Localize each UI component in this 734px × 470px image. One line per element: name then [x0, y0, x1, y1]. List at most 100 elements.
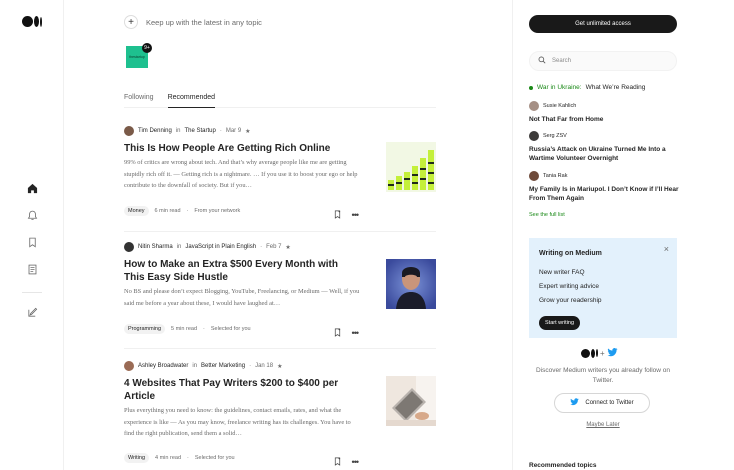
article-card[interactable]: Ashley Broadwater in Better Marketing · … [124, 361, 438, 469]
stories-icon[interactable] [25, 262, 39, 276]
card-link-readership[interactable]: Grow your readership [539, 297, 602, 304]
tag-chip[interactable]: Writing [124, 453, 150, 463]
start-writing-button[interactable]: Start writing [539, 316, 581, 330]
article-author-row: Nitin Sharma in JavaScript in Plain Engl… [124, 242, 438, 252]
article-thumbnail[interactable] [386, 259, 436, 309]
search-icon [538, 56, 546, 66]
avatar[interactable] [124, 242, 134, 252]
news-title[interactable]: Not That Far from Home [529, 115, 689, 124]
news-author-row: Tania Rak [529, 171, 689, 181]
connect-to-twitter-label: Connect to Twitter [585, 400, 634, 406]
main-feed: + Keep up with the latest in any topic t… [124, 0, 438, 470]
tag-chip[interactable]: Money [124, 206, 149, 216]
article-card[interactable]: Nitin Sharma in JavaScript in Plain Engl… [124, 242, 438, 342]
feed-tabs: Following Recommended [124, 90, 436, 108]
topic-prompt-row[interactable]: + Keep up with the latest in any topic [124, 15, 262, 29]
see-full-list-link[interactable]: See the full list [529, 212, 565, 218]
news-author-row: Susie Kahlich [529, 101, 689, 111]
connect-to-twitter-button[interactable]: Connect to Twitter [554, 393, 650, 413]
article-meta-row: Programming 5 min read · Selected for yo… [124, 323, 436, 335]
recommended-topics-heading: Recommended topics [529, 462, 597, 469]
article-author-row: Ashley Broadwater in Better Marketing · … [124, 361, 438, 371]
star-icon: ★ [285, 244, 291, 251]
bookmark-icon[interactable] [25, 235, 39, 249]
bookmark-add-icon[interactable] [333, 206, 342, 224]
writing-on-medium-card: Writing on Medium × New writer FAQ Exper… [529, 238, 677, 338]
news-title[interactable]: Russia’s Attack on Ukraine Turned Me Int… [529, 145, 689, 163]
tag-chip[interactable]: Programming [124, 324, 166, 334]
tab-recommended[interactable]: Recommended [167, 90, 216, 108]
card-link-faq[interactable]: New writer FAQ [539, 269, 585, 276]
news-author[interactable]: Serg ZSV [543, 133, 567, 139]
author-name[interactable]: Ashley Broadwater [138, 363, 188, 369]
article-thumbnail[interactable] [386, 142, 436, 192]
card-title: Writing on Medium [539, 250, 602, 257]
in-word: in [175, 128, 181, 134]
plus-sign: + [600, 348, 605, 358]
recommendation-reason: Selected for you [210, 326, 251, 332]
dot-separator: · [186, 208, 189, 214]
avatar[interactable] [529, 131, 539, 141]
avatar[interactable] [529, 171, 539, 181]
avatar[interactable] [529, 101, 539, 111]
publication-name[interactable]: The Startup [184, 128, 215, 134]
read-time: 6 min read [154, 208, 181, 214]
article-title[interactable]: This Is How People Are Getting Rich Onli… [124, 142, 360, 155]
publication-name[interactable]: Better Marketing [201, 363, 245, 369]
tab-following[interactable]: Following [124, 90, 154, 108]
live-dot-icon [529, 85, 533, 90]
publication-name[interactable]: JavaScript in Plain English [185, 244, 256, 250]
bookmark-add-icon[interactable] [333, 324, 342, 342]
news-item[interactable]: Serg ZSV Russia’s Attack on Ukraine Turn… [529, 131, 689, 163]
write-icon[interactable] [25, 305, 39, 319]
news-heading-rest: What We’re Reading [585, 84, 646, 91]
article-snippet[interactable]: No BS and please don’t expect Blogging, … [124, 286, 360, 309]
topic-prompt-text: Keep up with the latest in any topic [146, 17, 262, 27]
article-actions: ••• [333, 453, 360, 470]
article-title[interactable]: 4 Websites That Pay Writers $200 to $400… [124, 377, 360, 403]
dot-separator: · [249, 363, 252, 369]
medium-logo[interactable] [22, 16, 42, 27]
more-options-icon[interactable]: ••• [352, 328, 360, 338]
maybe-later-link[interactable]: Maybe Later [529, 422, 677, 428]
medium-logo-small-icon [581, 348, 598, 358]
read-time: 5 min read [171, 326, 198, 332]
avatar[interactable] [124, 126, 134, 136]
more-options-icon[interactable]: ••• [352, 210, 360, 220]
news-item[interactable]: Tania Rak My Family Is in Mariupol. I Do… [529, 171, 689, 203]
recommendation-reason: Selected for you [194, 455, 235, 461]
article-thumbnail[interactable] [386, 376, 436, 426]
news-heading-highlight: War in Ukraine: [537, 84, 582, 91]
article-date: Mar 9 [225, 128, 242, 134]
rail-divider [22, 292, 42, 293]
article-snippet[interactable]: Plus everything you need to know: the gu… [124, 405, 360, 440]
dot-separator: · [203, 326, 205, 332]
article-meta-row: Money 6 min read · From your network [124, 205, 436, 217]
article-title[interactable]: How to Make an Extra $500 Every Month wi… [124, 258, 360, 284]
news-item[interactable]: Susie Kahlich Not That Far from Home [529, 101, 689, 124]
plus-icon[interactable]: + [124, 15, 138, 29]
more-options-icon[interactable]: ••• [352, 457, 360, 467]
author-name[interactable]: Tim Denning [138, 128, 172, 134]
search-input[interactable]: Search [529, 51, 677, 71]
close-icon[interactable]: × [664, 244, 669, 254]
article-date: Jan 18 [255, 363, 274, 369]
article-card[interactable]: Tim Denning in The Startup · Mar 9 ★ Thi… [124, 126, 438, 226]
news-title[interactable]: My Family Is in Mariupol. I Don’t Know i… [529, 185, 689, 203]
dot-separator: · [187, 455, 189, 461]
star-icon: ★ [277, 363, 283, 370]
home-icon[interactable] [25, 181, 39, 195]
bell-icon[interactable] [25, 208, 39, 222]
bookmark-add-icon[interactable] [333, 453, 342, 470]
news-author[interactable]: Susie Kahlich [543, 103, 576, 109]
news-author[interactable]: Tania Rak [543, 173, 567, 179]
author-name[interactable]: Nitin Sharma [138, 244, 173, 250]
article-snippet[interactable]: 99% of critics are wrong about tech. And… [124, 157, 360, 192]
card-link-advice[interactable]: Expert writing advice [539, 283, 599, 290]
get-unlimited-access-button[interactable]: Get unlimited access [529, 15, 677, 33]
publication-badge: 9+ [142, 43, 152, 53]
left-rail [0, 0, 64, 470]
avatar[interactable] [124, 361, 134, 371]
article-divider [124, 231, 436, 232]
twitter-bird-icon [570, 398, 580, 408]
